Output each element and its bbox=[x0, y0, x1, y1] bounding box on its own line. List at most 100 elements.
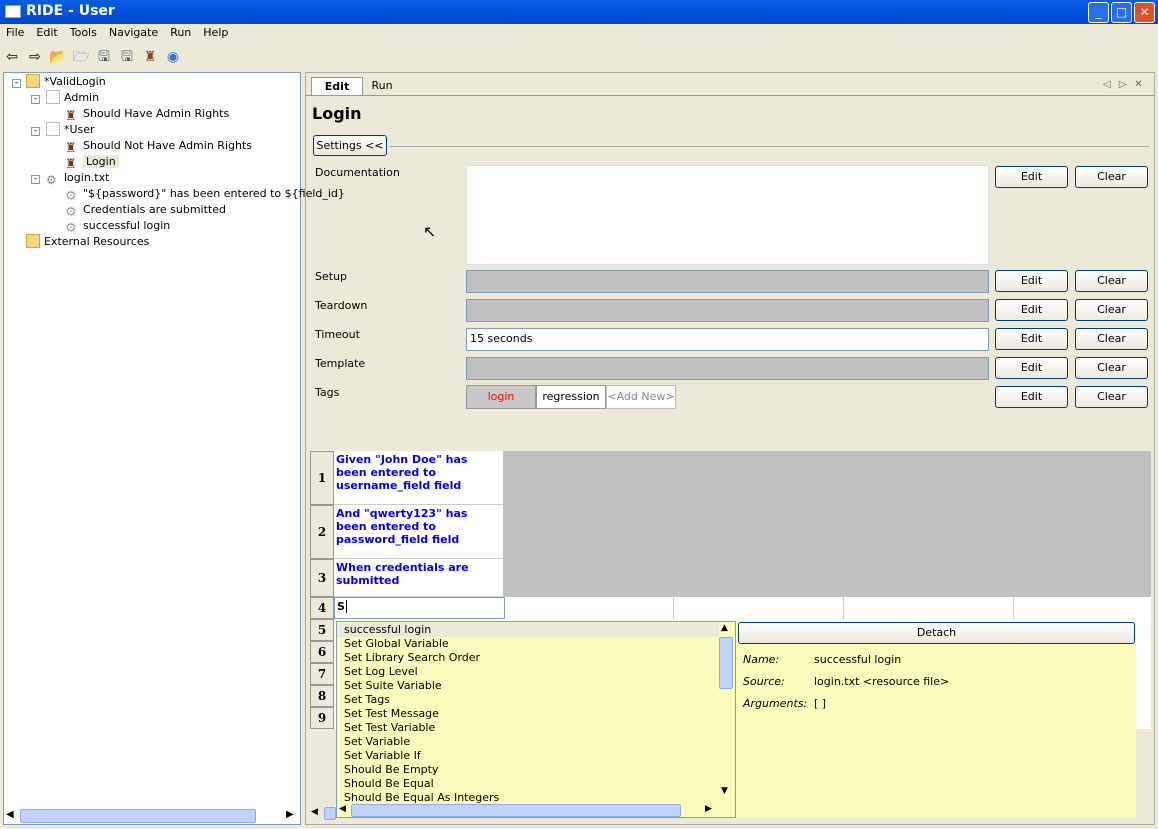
minimize-button[interactable]: _ bbox=[1088, 2, 1109, 23]
tree-node[interactable]: ⚙ login.txt bbox=[46, 170, 109, 187]
menu-navigate[interactable]: Navigate bbox=[103, 24, 164, 39]
add-tag-button[interactable]: <Add New> bbox=[606, 385, 676, 409]
template-field[interactable] bbox=[466, 357, 989, 380]
back-icon[interactable]: ⇦ bbox=[3, 48, 21, 66]
scroll-left-icon[interactable]: ◀ bbox=[339, 804, 346, 814]
row-header[interactable]: 9 bbox=[310, 707, 334, 729]
tree-horizontal-scrollbar[interactable] bbox=[20, 809, 256, 823]
row-header[interactable]: 1 bbox=[310, 451, 334, 505]
menu-edit[interactable]: Edit bbox=[30, 24, 63, 39]
template-label: Template bbox=[315, 357, 366, 370]
tag-regression[interactable]: regression bbox=[536, 385, 606, 409]
row-header[interactable]: 8 bbox=[310, 685, 334, 707]
stop-icon[interactable]: ◉ bbox=[164, 48, 182, 66]
tree-node[interactable]: *User bbox=[46, 122, 95, 138]
file-icon bbox=[46, 90, 60, 104]
tag-login[interactable]: login bbox=[466, 385, 536, 409]
teardown-field[interactable] bbox=[466, 299, 989, 322]
template-clear-button[interactable]: Clear bbox=[1075, 357, 1148, 379]
documentation-clear-button[interactable]: Clear bbox=[1075, 166, 1148, 188]
forward-icon[interactable]: ⇨ bbox=[26, 48, 44, 66]
teardown-clear-button[interactable]: Clear bbox=[1075, 299, 1148, 321]
row-header[interactable]: 7 bbox=[310, 663, 334, 685]
grid-scroll-left-icon[interactable]: ◀ bbox=[311, 807, 318, 817]
template-edit-button[interactable]: Edit bbox=[995, 357, 1068, 379]
cell-editor-input[interactable]: S bbox=[334, 597, 505, 619]
detach-button[interactable]: Detach bbox=[738, 622, 1135, 644]
gear-icon: ⚙ bbox=[65, 221, 77, 236]
tree-node-root[interactable]: *ValidLogin bbox=[26, 74, 106, 90]
close-button[interactable]: ✕ bbox=[1134, 2, 1155, 23]
setup-field[interactable] bbox=[466, 270, 989, 293]
scroll-right-icon[interactable]: ▶ bbox=[705, 804, 712, 814]
row-header[interactable]: 3 bbox=[310, 559, 334, 597]
tags-clear-button[interactable]: Clear bbox=[1075, 386, 1148, 408]
tree-node[interactable]: External Resources bbox=[26, 234, 149, 250]
tree-node[interactable]: ⚙ successful login bbox=[65, 218, 170, 236]
menu-run[interactable]: Run bbox=[164, 24, 197, 39]
autocomplete-item[interactable]: Set Log Level bbox=[344, 665, 418, 679]
tree-node[interactable]: Admin bbox=[46, 90, 99, 106]
popup-horizontal-scrollbar[interactable] bbox=[351, 804, 681, 817]
autocomplete-item[interactable]: Set Test Message bbox=[344, 707, 439, 721]
source-label: Source: bbox=[743, 675, 785, 688]
timeout-clear-button[interactable]: Clear bbox=[1075, 328, 1148, 350]
autocomplete-item[interactable]: Set Test Variable bbox=[344, 721, 435, 735]
setup-clear-button[interactable]: Clear bbox=[1075, 270, 1148, 292]
scroll-down-icon[interactable]: ▼ bbox=[721, 786, 728, 796]
autocomplete-item[interactable]: Set Suite Variable bbox=[344, 679, 442, 693]
autocomplete-item[interactable]: Set Tags bbox=[344, 693, 390, 707]
autocomplete-item[interactable]: successful login bbox=[344, 623, 431, 637]
tags-edit-button[interactable]: Edit bbox=[995, 386, 1068, 408]
tree-node-selected[interactable]: ♜ Login bbox=[65, 154, 119, 172]
menu-file[interactable]: File bbox=[0, 24, 30, 39]
collapse-toggle[interactable]: - bbox=[31, 95, 40, 104]
row-header[interactable]: 5 bbox=[310, 619, 334, 641]
grid-cell[interactable]: When credentials are submitted bbox=[334, 559, 503, 597]
autocomplete-item[interactable]: Set Global Variable bbox=[344, 637, 449, 651]
settings-toggle-button[interactable]: Settings << bbox=[313, 135, 387, 156]
teardown-edit-button[interactable]: Edit bbox=[995, 299, 1068, 321]
collapse-toggle[interactable]: - bbox=[31, 175, 40, 184]
setup-edit-button[interactable]: Edit bbox=[995, 270, 1068, 292]
scroll-left-icon[interactable]: ◀ bbox=[6, 809, 14, 820]
save-icon[interactable]: 🖫 bbox=[95, 48, 113, 66]
row-header[interactable]: 4 bbox=[310, 597, 334, 619]
save-all-icon[interactable]: 🖫 bbox=[118, 48, 136, 66]
tree-node[interactable]: ♜ Should Have Admin Rights bbox=[65, 106, 229, 124]
tree-node[interactable]: ⚙ "${password}" has been entered to ${fie… bbox=[65, 186, 345, 204]
maximize-button[interactable]: □ bbox=[1111, 2, 1132, 23]
collapse-toggle[interactable]: - bbox=[12, 79, 21, 88]
documentation-edit-button[interactable]: Edit bbox=[995, 166, 1068, 188]
grid-cell[interactable]: Given "John Doe" has been entered to use… bbox=[334, 451, 503, 505]
menu-help[interactable]: Help bbox=[197, 24, 234, 39]
tree-node[interactable]: ♜ Should Not Have Admin Rights bbox=[65, 138, 252, 156]
timeout-field[interactable]: 15 seconds bbox=[466, 328, 989, 351]
grid-horizontal-scrollbar[interactable] bbox=[324, 807, 336, 820]
tab-run[interactable]: Run bbox=[365, 77, 399, 96]
autocomplete-item[interactable]: Set Variable bbox=[344, 735, 410, 749]
scroll-right-icon[interactable]: ▶ bbox=[286, 809, 294, 820]
tab-edit[interactable]: Edit bbox=[311, 77, 363, 96]
test-tree[interactable]: - *ValidLogin - Admin ♜ Should Have Admin… bbox=[3, 72, 345, 825]
popup-vertical-scrollbar-thumb[interactable] bbox=[719, 637, 733, 689]
autocomplete-item[interactable]: Should Be Empty bbox=[344, 763, 438, 777]
row-header[interactable]: 6 bbox=[310, 641, 334, 663]
robot-icon[interactable]: ♜ bbox=[141, 48, 159, 66]
autocomplete-item[interactable]: Should Be Equal bbox=[344, 777, 434, 791]
open-dir-icon[interactable]: 🗁 bbox=[72, 48, 90, 66]
documentation-field[interactable] bbox=[466, 165, 989, 265]
timeout-edit-button[interactable]: Edit bbox=[995, 328, 1068, 350]
row-header[interactable]: 2 bbox=[310, 505, 334, 559]
tree-node[interactable]: ⚙ Credentials are submitted bbox=[65, 202, 226, 220]
grid-cell[interactable]: And "qwerty123" has been entered to pass… bbox=[334, 505, 503, 559]
autocomplete-item[interactable]: Set Variable If bbox=[344, 749, 421, 763]
menu-tools[interactable]: Tools bbox=[64, 24, 103, 39]
autocomplete-item[interactable]: Set Library Search Order bbox=[344, 651, 480, 665]
autocomplete-list[interactable]: successful login Set Global Variable Set L… bbox=[336, 621, 736, 818]
collapse-toggle[interactable]: - bbox=[31, 127, 40, 136]
autocomplete-item[interactable]: Should Be Equal As Integers bbox=[344, 791, 499, 805]
open-suite-icon[interactable]: 📂 bbox=[49, 48, 67, 66]
scroll-up-icon[interactable]: ▲ bbox=[721, 623, 728, 633]
tab-nav-icons[interactable]: ◁▷✕ bbox=[1103, 79, 1151, 90]
